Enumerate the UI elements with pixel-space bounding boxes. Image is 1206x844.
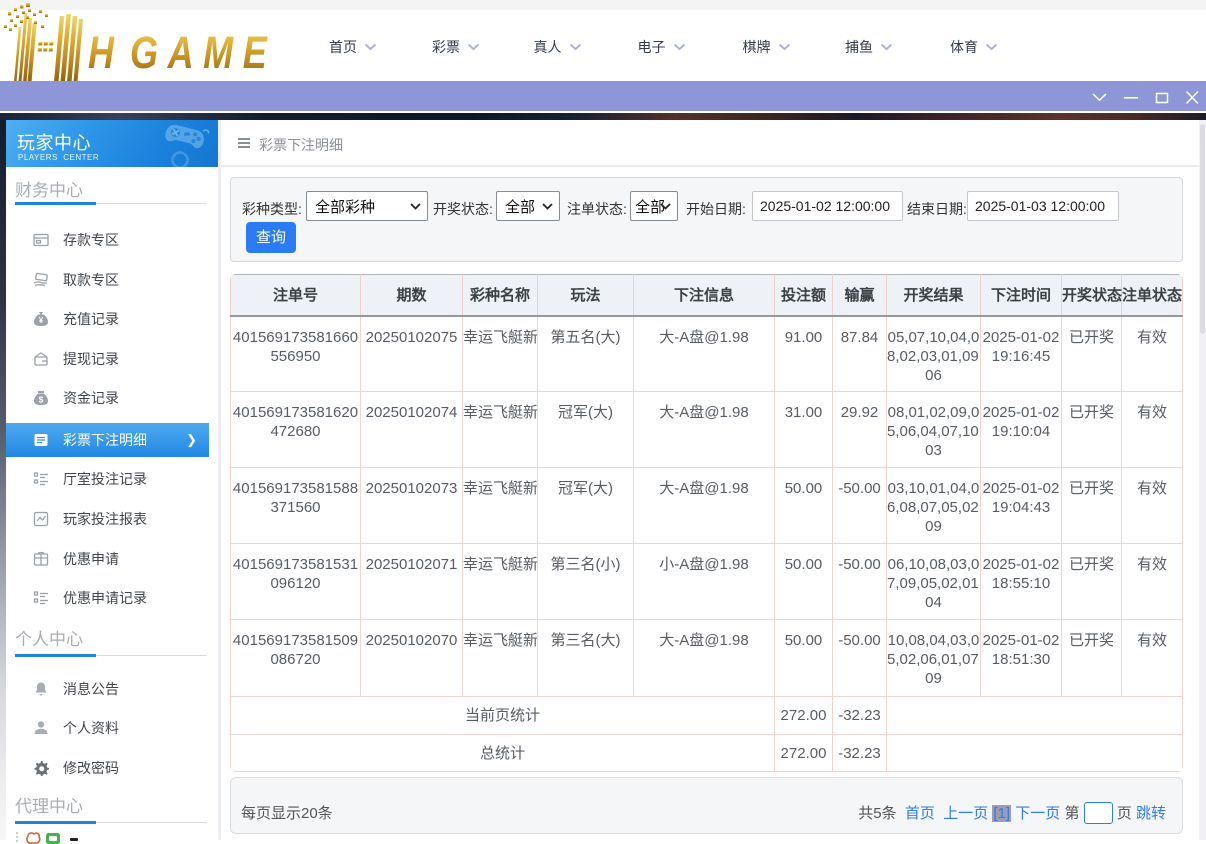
svg-text:$: $ xyxy=(39,395,44,405)
svg-text:H: H xyxy=(88,27,115,78)
svg-text:¥: ¥ xyxy=(39,316,44,325)
svg-text:GAME: GAME xyxy=(130,27,276,78)
